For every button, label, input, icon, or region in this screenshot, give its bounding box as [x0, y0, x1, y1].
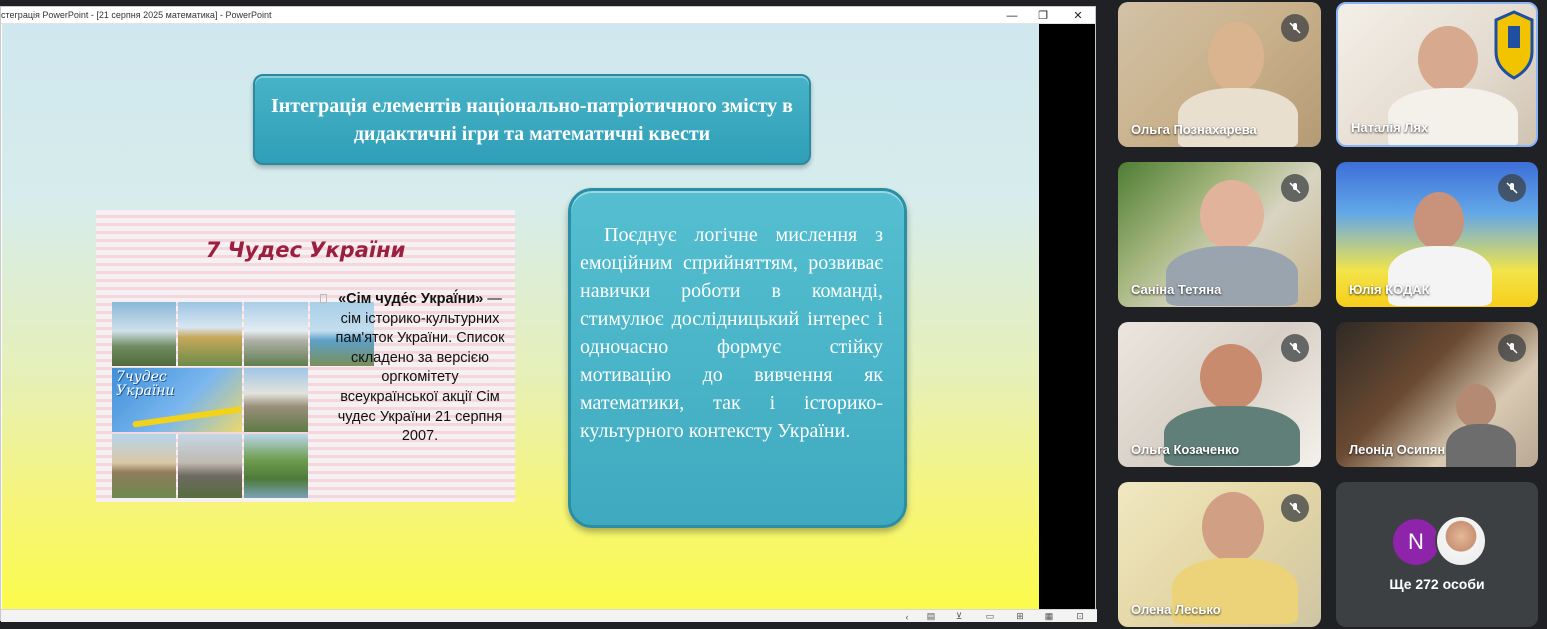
participant-name: Леонід Осипян [1349, 442, 1446, 457]
landmark-photo [244, 368, 308, 432]
mic-off-icon [1498, 174, 1526, 202]
reading-view-icon[interactable]: ▦ [1036, 610, 1062, 623]
participant-name: Наталія Лях [1351, 120, 1429, 135]
landmark-photo [244, 434, 308, 498]
notes-icon[interactable]: ▤ [918, 610, 944, 623]
mic-off-icon [1281, 14, 1309, 42]
bullet-icon [320, 294, 327, 303]
landmark-photo [178, 302, 242, 366]
seven-wonders-image: 7 Чудес України 7чудес України «Сім чуде… [96, 210, 515, 502]
screen: стеграція PowerPoint - [21 серпня 2025 м… [0, 0, 1547, 629]
window-title: стеграція PowerPoint - [21 серпня 2025 м… [1, 10, 272, 20]
restore-button[interactable]: ❐ [1028, 7, 1058, 24]
landmark-photo [244, 302, 308, 366]
slide-title-box: Інтеграція елементів національно-патріот… [253, 74, 811, 165]
participant-name: Юлія КОДАК [1349, 282, 1430, 297]
mic-off-icon [1281, 494, 1309, 522]
wonders-heading: 7 Чудес України [205, 238, 406, 262]
participant-name: Ольга Козаченко [1131, 442, 1240, 457]
description-text: Поєднує логічне мислення з емоційним спр… [580, 224, 883, 442]
logo-swoosh [132, 406, 242, 428]
seven-wonders-logo: 7чудес України [112, 368, 242, 432]
slide-title: Інтеграція елементів національно-патріот… [271, 94, 793, 145]
logo-line2: України [116, 383, 175, 399]
participant-tile[interactable]: Ольга Козаченко [1118, 322, 1321, 467]
slide: Інтеграція елементів національно-патріот… [2, 24, 1039, 609]
more-participants-label: Ще 272 особи [1389, 576, 1485, 592]
landmark-photo [112, 434, 176, 498]
landmark-photo [112, 302, 176, 366]
wonders-description: «Сім чуде́с Украї́ни» — сім історико-кул… [332, 290, 508, 447]
participant-name: Олена Лесько [1131, 602, 1221, 617]
comments-icon[interactable]: ⊻ [946, 610, 972, 623]
status-bar: ‹ ▤ ⊻ ▭ ⊞ ▦ ⊡ [1, 609, 1097, 622]
slideshow-icon[interactable]: ⊡ [1067, 610, 1093, 623]
participant-tile-speaking[interactable]: Наталія Лях [1336, 2, 1538, 147]
mic-off-icon [1498, 334, 1526, 362]
wonders-text-bold: «Сім чуде́с Украї́ни» [338, 291, 484, 307]
participant-avatar-photo [1435, 515, 1487, 567]
window-titlebar: стеграція PowerPoint - [21 серпня 2025 м… [1, 7, 1095, 24]
powerpoint-window: стеграція PowerPoint - [21 серпня 2025 м… [0, 6, 1097, 622]
participant-name: Саніна Тетяна [1131, 282, 1222, 297]
mic-off-icon [1281, 334, 1309, 362]
normal-view-icon[interactable]: ▭ [977, 610, 1003, 623]
participant-avatar: N [1391, 517, 1441, 567]
emblem-icon [1494, 10, 1534, 80]
participant-tile[interactable]: Ольга Познахарева [1118, 2, 1321, 147]
participant-tile[interactable]: Олена Лесько [1118, 482, 1321, 627]
minimize-button[interactable]: — [997, 7, 1027, 24]
participant-tile[interactable]: Юлія КОДАК [1336, 162, 1538, 307]
wonders-text-rest: — сім історико-культурних пам'яток Украї… [335, 291, 505, 445]
description-box: Поєднує логічне мислення з емоційним спр… [568, 188, 907, 528]
participant-name: Ольга Познахарева [1131, 122, 1257, 137]
landmark-photo [178, 434, 242, 498]
more-participants-tile[interactable]: N Ще 272 особи [1336, 482, 1538, 627]
close-button[interactable]: ✕ [1063, 7, 1093, 24]
slide-margin [1039, 24, 1095, 609]
mic-off-icon [1281, 174, 1309, 202]
slide-sorter-icon[interactable]: ⊞ [1007, 610, 1033, 623]
participant-tile[interactable]: Леонід Осипян [1336, 322, 1538, 467]
prev-slide-icon[interactable]: ‹ [894, 610, 920, 623]
participant-tile[interactable]: Саніна Тетяна [1118, 162, 1321, 307]
